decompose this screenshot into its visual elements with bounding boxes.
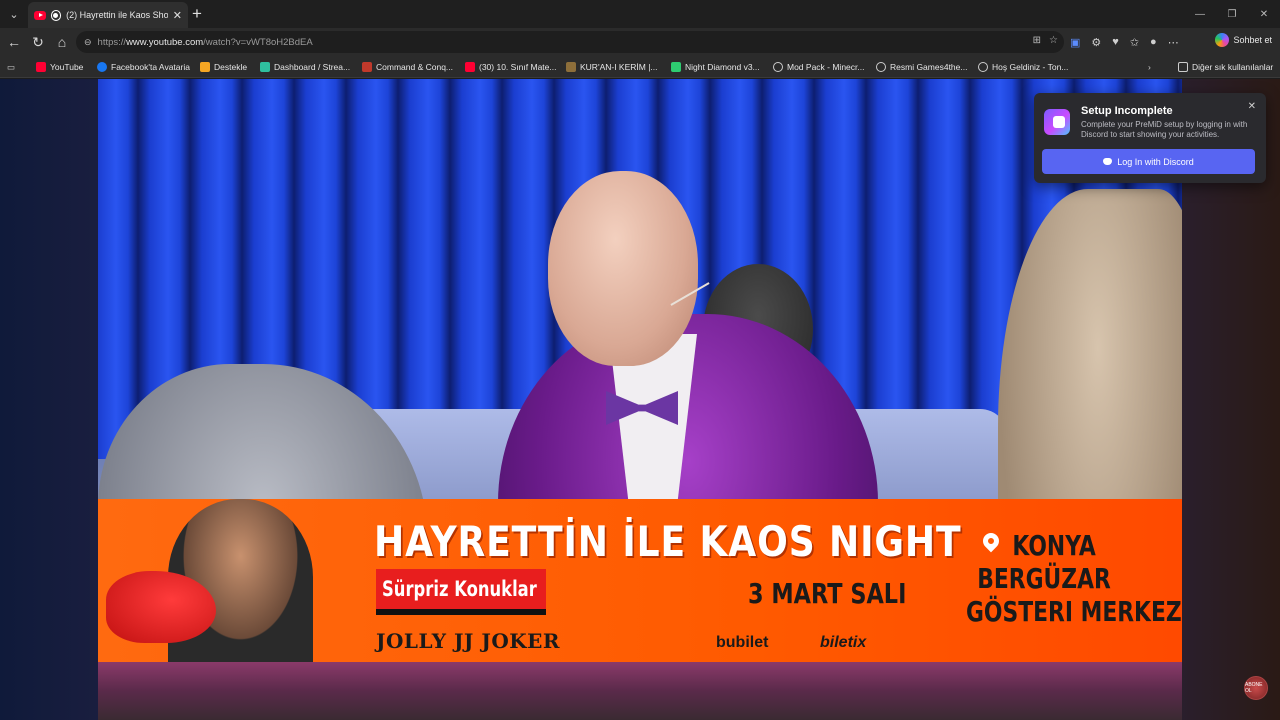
night-diamond-icon xyxy=(671,62,681,72)
discord-login-label: Log In with Discord xyxy=(1117,156,1194,167)
bubilet-logo: bubilet xyxy=(716,634,769,651)
bookmark-youtube[interactable]: YouTube xyxy=(36,59,83,75)
premid-close-icon[interactable]: ✕ xyxy=(1248,101,1256,112)
event-banner: HAYRETTİN İLE KAOS NIGHT Sürpriz Konukla… xyxy=(98,499,1182,662)
dashboard-icon xyxy=(260,62,270,72)
sponsor-logo: JOLLY JJ JOKER xyxy=(376,629,560,653)
bookmark-hos-geldiniz[interactable]: Hoş Geldiniz - Ton... xyxy=(978,59,1068,75)
copilot-button[interactable]: Sohbet et xyxy=(1215,33,1272,47)
favorite-star-icon[interactable]: ☆ xyxy=(1049,35,1058,46)
bookmark-night-diamond[interactable]: Night Diamond v3... xyxy=(671,59,760,75)
biletix-logo: biletix xyxy=(820,634,867,651)
home-button[interactable]: ⌂ xyxy=(50,30,74,54)
youtube-favicon-icon xyxy=(34,10,46,20)
bookmarks-bar: ▭ YouTube Facebook'ta Avataria Destekle … xyxy=(0,56,1280,78)
bookmark-mod-pack[interactable]: Mod Pack - Minecr... xyxy=(773,59,864,75)
globe-icon xyxy=(773,62,783,72)
bookmark-dashboard[interactable]: Dashboard / Strea... xyxy=(260,59,350,75)
address-field[interactable]: ⊖ https://www.youtube.com/watch?v=vWT8oH… xyxy=(76,31,1064,53)
restore-button[interactable]: ❐ xyxy=(1216,0,1248,28)
window-controls: — ❐ ✕ xyxy=(1184,0,1280,28)
youtube-icon xyxy=(36,62,46,72)
premid-title: Setup Incomplete xyxy=(1081,105,1173,117)
host-head xyxy=(548,171,698,366)
bookmark-destekle[interactable]: Destekle xyxy=(200,59,247,75)
back-button[interactable]: ← xyxy=(2,30,26,54)
copilot-icon xyxy=(1215,33,1230,47)
refresh-button[interactable]: ↻ xyxy=(26,30,50,54)
discord-login-button[interactable]: Log In with Discord xyxy=(1042,149,1255,174)
banner-tag: Sürpriz Konuklar xyxy=(376,569,546,615)
extensions-puzzle-icon[interactable]: ⚙ xyxy=(1091,36,1101,49)
more-menu-icon[interactable]: ⋯ xyxy=(1168,36,1179,49)
site-info-icon[interactable]: ⊖ xyxy=(84,37,92,48)
facebook-icon xyxy=(97,62,107,72)
profile-avatar-icon[interactable]: ● xyxy=(1150,36,1157,48)
bookmark-games4the[interactable]: Resmi Games4the... xyxy=(876,59,967,75)
destekle-icon xyxy=(200,62,210,72)
premid-description: Complete your PreMiD setup by logging in… xyxy=(1081,120,1248,139)
app-available-icon[interactable]: ⊞ xyxy=(1033,35,1041,46)
globe-icon xyxy=(978,62,988,72)
banner-venue: KONYA BERGÜZAR GÖSTERI MERKEZI xyxy=(966,529,1182,628)
extension-badge-icon[interactable]: ▣ xyxy=(1070,36,1080,49)
premid-notification: Setup Incomplete Complete your PreMiD se… xyxy=(1034,93,1266,183)
folder-icon xyxy=(1178,62,1188,72)
bookmark-facebook[interactable]: Facebook'ta Avataria xyxy=(97,59,190,75)
subscribe-watermark[interactable]: ABONE OL xyxy=(1244,676,1268,700)
tab-bar: ⌄ (2) Hayrettin ile Kaos Show - ... ✕ + … xyxy=(0,0,1280,28)
collections-icon[interactable]: ▭ xyxy=(7,59,15,75)
favorites-icon[interactable]: ✩ xyxy=(1130,36,1139,49)
premid-logo-icon xyxy=(1044,109,1070,135)
tab-close-icon[interactable]: ✕ xyxy=(173,9,182,22)
bookmark-command-conquer[interactable]: Command & Conq... xyxy=(362,59,453,75)
video-player[interactable]: HAYRETTİN İLE KAOS NIGHT Sürpriz Konukla… xyxy=(98,79,1182,720)
discord-icon xyxy=(1103,158,1113,165)
tab-active[interactable]: (2) Hayrettin ile Kaos Show - ... ✕ xyxy=(28,2,188,28)
bookmarks-overflow-chevron-icon[interactable]: › xyxy=(1148,59,1151,75)
bookmark-kuran[interactable]: KUR'AN-I KERİM |... xyxy=(566,59,658,75)
kuran-icon xyxy=(566,62,576,72)
address-toolbar: ← ↻ ⌂ ⊖ https://www.youtube.com/watch?v=… xyxy=(0,28,1280,56)
new-tab-button[interactable]: + xyxy=(192,4,202,24)
banner-date: 3 MART SALI xyxy=(748,577,907,610)
minimize-button[interactable]: — xyxy=(1184,0,1216,28)
youtube-icon xyxy=(465,62,475,72)
command-conquer-icon xyxy=(362,62,372,72)
close-window-button[interactable]: ✕ xyxy=(1248,0,1280,28)
tab-title: (2) Hayrettin ile Kaos Show - ... xyxy=(66,10,168,20)
globe-icon xyxy=(876,62,886,72)
performance-icon[interactable]: ♥ xyxy=(1112,36,1119,48)
copilot-label: Sohbet et xyxy=(1233,35,1272,45)
recording-icon xyxy=(50,9,62,21)
stage-table xyxy=(98,662,1182,720)
tab-actions-menu-icon[interactable]: ⌄ xyxy=(0,0,28,28)
other-favorites-folder[interactable]: Diğer sık kullanılanlar xyxy=(1178,59,1273,75)
url-text: https://www.youtube.com/watch?v=vWT8oH2B… xyxy=(97,36,313,48)
banner-title: HAYRETTİN İLE KAOS NIGHT xyxy=(374,517,962,566)
bookmark-10-sinif[interactable]: (30) 10. Sınıf Mate... xyxy=(465,59,556,75)
